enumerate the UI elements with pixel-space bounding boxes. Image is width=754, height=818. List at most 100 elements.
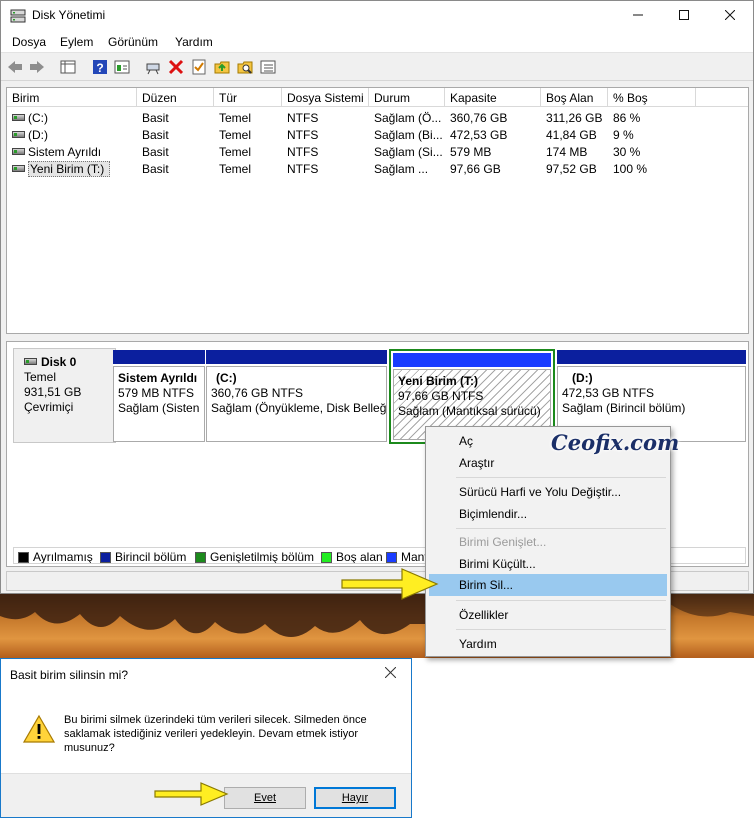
console-tree-icon[interactable] (59, 58, 77, 76)
forward-arrow-icon[interactable] (28, 58, 46, 76)
annotation-arrow-icon (154, 782, 229, 806)
column-header-tur[interactable]: Tür (214, 88, 282, 107)
legend-swatch (386, 552, 397, 563)
menu-eylem[interactable]: Eylem (60, 35, 93, 49)
no-button-label: Hayır (341, 792, 369, 804)
legend-label: Boş alan (336, 550, 383, 564)
table-cell: 360,76 GB (450, 111, 508, 125)
menu-dosya[interactable]: Dosya (12, 35, 46, 49)
table-row[interactable]: (D:) Basit Temel NTFS Sağlam (Bi... 472,53 GB… (7, 126, 748, 143)
table-cell: 97,52 GB (546, 162, 597, 176)
yes-button[interactable]: Evet (224, 787, 306, 809)
legend-unallocated: Ayrılmamış (18, 550, 93, 563)
column-header-dosya-sistemi[interactable]: Dosya Sistemi (282, 88, 369, 107)
menu-item-delete-volume[interactable]: Birim Sil... (429, 574, 667, 596)
disk-management-icon (10, 9, 26, 23)
dialog-title: Basit birim silinsin mi? (10, 668, 129, 682)
table-cell: 9 % (613, 128, 634, 142)
table-cell: Sağlam (Si... (374, 145, 443, 159)
menu-item-format[interactable]: Biçimlendir... (429, 503, 667, 525)
disk-type: Temel (24, 370, 57, 384)
disk-name: Disk 0 (41, 355, 77, 369)
table-cell: 86 % (613, 111, 641, 125)
checklist-icon[interactable] (190, 58, 208, 76)
menu-bar: Dosya Eylem Görünüm Yardım (1, 31, 753, 53)
disk-status: Çevrimiçi (24, 400, 74, 414)
table-cell: 97,66 GB (450, 162, 501, 176)
connect-icon[interactable] (144, 58, 162, 76)
no-button[interactable]: Hayır (314, 787, 396, 809)
partition-size: 97,66 GB NTFS (398, 389, 484, 403)
table-cell: (C:) (28, 111, 48, 125)
disk-icon (24, 358, 37, 365)
table-row[interactable]: Yeni Birim (T:) Basit Temel NTFS Sağlam ... 9… (7, 160, 748, 177)
menu-item-change-drive-letter[interactable]: Sürücü Harfi ve Yolu Değiştir... (429, 481, 667, 503)
table-cell: NTFS (287, 111, 319, 125)
menu-item-extend-volume: Birimi Genişlet... (459, 535, 547, 549)
disk-0-header[interactable]: Disk 0 Temel 931,51 GB Çevrimiçi (13, 348, 116, 443)
table-cell: 30 % (613, 145, 641, 159)
back-arrow-icon[interactable] (6, 58, 24, 76)
table-cell: Sistem Ayrıldı (28, 145, 102, 159)
legend-extended: Genişletilmiş bölüm (195, 550, 314, 563)
volume-icon (12, 165, 25, 172)
legend-logical: Mant (386, 550, 428, 564)
partition-c[interactable]: (C:) 360,76 GB NTFS Sağlam (Önyükleme, D… (206, 350, 387, 442)
partition-bar (113, 350, 205, 364)
partition-bar (206, 350, 387, 364)
properties-pane-icon[interactable] (113, 58, 131, 76)
menu-item-properties[interactable]: Özellikler (429, 604, 667, 626)
column-header-durum[interactable]: Durum (369, 88, 445, 107)
column-header-duzen[interactable]: Düzen (137, 88, 214, 107)
table-cell: 311,26 GB (546, 111, 603, 125)
delete-icon[interactable] (167, 58, 185, 76)
import-folder-icon[interactable] (213, 58, 231, 76)
partition-bar (393, 353, 551, 367)
menu-separator (456, 629, 666, 630)
volume-list: Birim Düzen Tür Dosya Sistemi Durum Kapa… (6, 87, 749, 334)
search-folder-icon[interactable] (236, 58, 254, 76)
window-title: Disk Yönetimi (32, 8, 106, 22)
table-row[interactable]: Sistem Ayrıldı Basit Temel NTFS Sağlam (Si..… (7, 143, 748, 160)
partition-size: 360,76 GB NTFS (211, 386, 304, 400)
column-header-bos-alan[interactable]: Boş Alan (541, 88, 608, 107)
partition-status: Sağlam (Sisten (118, 401, 200, 415)
svg-text:?: ? (96, 61, 103, 75)
menu-item-arastir[interactable]: Araştır (429, 452, 667, 474)
maximize-button[interactable] (661, 1, 707, 31)
legend-primary: Birincil bölüm (100, 550, 187, 564)
column-header-yuzde-bos[interactable]: % Boş (608, 88, 696, 107)
partition-status: Sağlam (Önyükleme, Disk Belleğ (211, 401, 387, 415)
legend-free-space: Boş alan (321, 550, 383, 564)
partition-system-reserved[interactable]: Sistem Ayrıldı 579 MB NTFS Sağlam (Siste… (113, 350, 205, 442)
menu-gorunum[interactable]: Görünüm (108, 35, 158, 49)
partition-status: Sağlam (Mantıksal sürücü) (398, 404, 541, 418)
volume-icon (12, 148, 25, 155)
column-header-kapasite[interactable]: Kapasite (445, 88, 541, 107)
legend-label: Birincil bölüm (115, 550, 187, 564)
table-cell: Basit (142, 162, 169, 176)
menu-item-shrink-volume[interactable]: Birimi Küçült... (429, 553, 667, 575)
legend-label: Mant (401, 550, 428, 564)
close-button[interactable] (707, 1, 753, 31)
disk-size: 931,51 GB (24, 385, 82, 399)
menu-separator (456, 528, 666, 529)
table-cell: Temel (219, 145, 252, 159)
column-header-birim[interactable]: Birim (7, 88, 137, 107)
title-bar[interactable]: Disk Yönetimi (1, 1, 753, 31)
menu-separator (456, 600, 666, 601)
menu-item-help[interactable]: Yardım (429, 633, 667, 655)
table-cell: 41,84 GB (546, 128, 597, 142)
minimize-icon (633, 14, 643, 16)
table-row[interactable]: (C:) Basit Temel NTFS Sağlam (Ö... 360,76 GB 3… (7, 109, 748, 126)
minimize-button[interactable] (615, 1, 661, 31)
dialog-close-button[interactable] (384, 666, 399, 681)
legend-swatch (321, 552, 332, 563)
partition-size: 579 MB NTFS (118, 386, 195, 400)
help-icon[interactable]: ? (91, 58, 109, 76)
list-view-icon[interactable] (259, 58, 277, 76)
dialog-title-bar[interactable]: Basit birim silinsin mi? (1, 659, 411, 689)
table-cell: NTFS (287, 162, 319, 176)
watermark-text: Ceofix.com (551, 430, 680, 455)
menu-yardim[interactable]: Yardım (175, 35, 213, 49)
